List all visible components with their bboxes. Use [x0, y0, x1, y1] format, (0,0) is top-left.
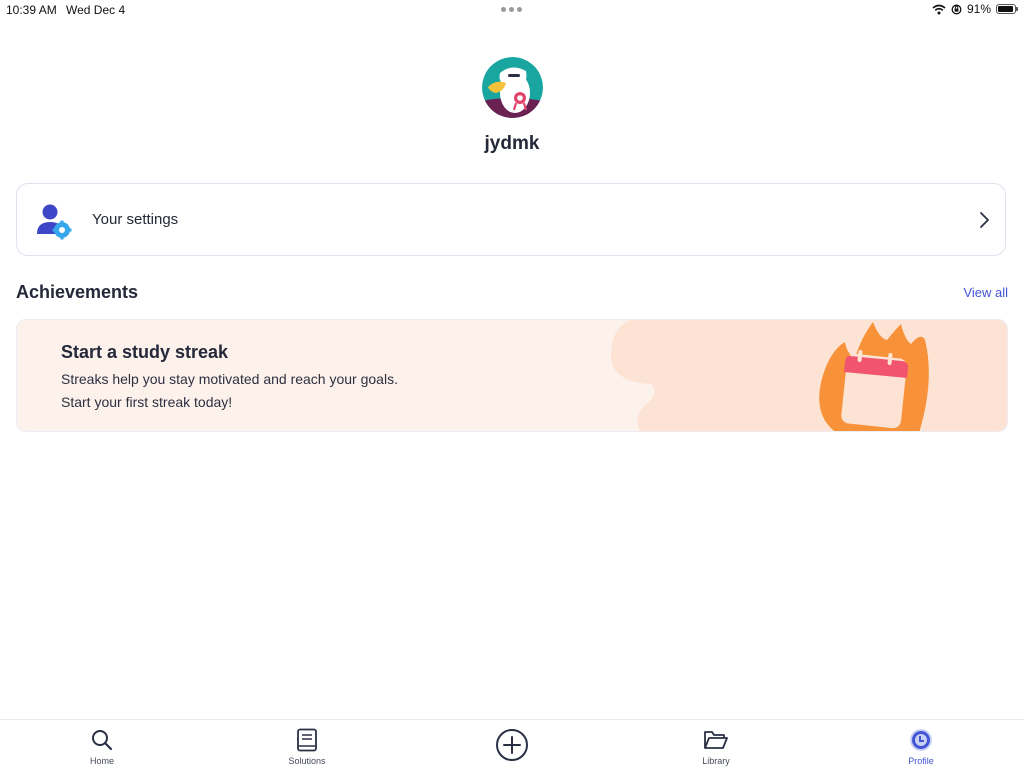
orientation-lock-icon	[951, 4, 962, 14]
status-bar: 10:39 AM Wed Dec 4 91%	[0, 0, 1024, 20]
book-icon	[297, 728, 317, 752]
view-all-link[interactable]: View all	[963, 285, 1008, 300]
flame-calendar-icon	[611, 320, 1007, 431]
tab-library[interactable]: Library	[666, 720, 766, 769]
tab-solutions[interactable]: Solutions	[257, 720, 357, 769]
profile-icon	[910, 729, 932, 751]
wifi-icon	[932, 4, 946, 14]
streak-description-line-1: Streaks help you stay motivated and reac…	[61, 371, 398, 387]
study-streak-card[interactable]: Start a study streak Streaks help you st…	[16, 319, 1008, 432]
status-time: 10:39 AM	[6, 3, 57, 17]
user-gear-icon	[37, 204, 72, 240]
avatar[interactable]	[482, 57, 543, 118]
tab-home[interactable]: Home	[52, 720, 152, 769]
streak-title: Start a study streak	[61, 342, 229, 362]
status-indicators: 91%	[932, 2, 1018, 16]
tab-profile[interactable]: Profile	[871, 720, 971, 769]
tab-library-label: Library	[702, 756, 730, 766]
status-date: Wed Dec 4	[66, 3, 126, 17]
streak-description-line-2: Start your first streak today!	[61, 394, 233, 410]
tab-profile-label: Profile	[908, 756, 934, 766]
folder-icon	[704, 731, 728, 749]
battery-percent: 91%	[966, 2, 991, 16]
tab-solutions-label: Solutions	[288, 756, 326, 766]
eagle-avatar-icon	[482, 57, 543, 118]
tab-create[interactable]	[462, 720, 562, 769]
username: jydmk	[484, 133, 540, 154]
battery-icon	[996, 4, 1018, 14]
add-circle-icon	[496, 729, 528, 761]
settings-row[interactable]: Your settings	[16, 183, 1006, 256]
multitasking-dots-icon[interactable]	[501, 7, 522, 12]
settings-label: Your settings	[92, 211, 179, 228]
chevron-right-icon	[980, 212, 989, 228]
achievements-heading: Achievements	[16, 282, 139, 302]
search-icon	[92, 730, 113, 751]
bottom-tab-bar: Home Solutions Library Profile	[0, 719, 1024, 769]
tab-home-label: Home	[89, 756, 114, 766]
